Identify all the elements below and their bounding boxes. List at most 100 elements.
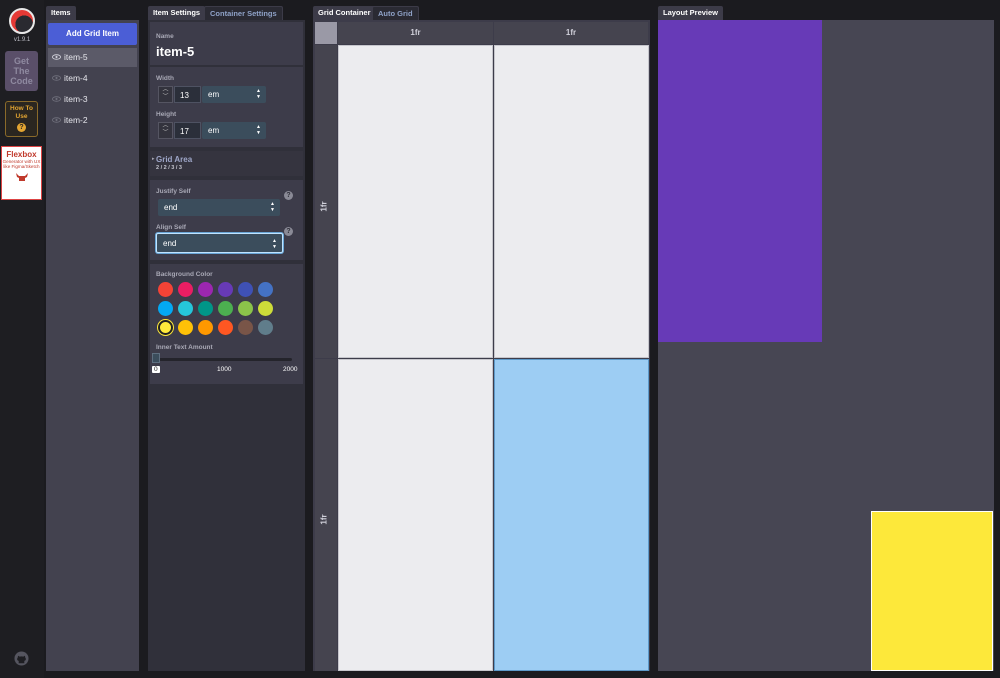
app-logo[interactable] (9, 8, 35, 34)
row-header-label: 1fr (319, 200, 329, 212)
row-header-2[interactable]: 1fr (315, 359, 337, 671)
add-grid-item-button[interactable]: Add Grid Item (48, 23, 137, 45)
height-unit-value: em (208, 126, 220, 135)
grid-container-panel: 1fr 1fr 1fr 1fr (313, 20, 650, 671)
question-icon: ? (17, 123, 26, 132)
color-swatch[interactable] (158, 282, 173, 297)
color-swatch[interactable] (198, 320, 213, 335)
color-swatch[interactable] (238, 320, 253, 335)
inner-text-slider-track[interactable] (156, 358, 292, 361)
column-header-2[interactable]: 1fr (494, 22, 648, 44)
inner-text-slider-thumb[interactable] (152, 353, 160, 363)
justify-self-value: end (164, 203, 178, 212)
eye-icon[interactable] (52, 75, 61, 81)
grid-cell[interactable] (338, 45, 493, 358)
caret-right-icon: ▸ (152, 156, 155, 162)
height-input[interactable]: 17 (174, 122, 201, 139)
align-self-select[interactable]: end ▲ ▼ (156, 233, 283, 253)
list-item-item-4[interactable]: item-4 (48, 69, 137, 88)
width-input[interactable]: 13 (174, 86, 201, 103)
select-arrows-icon: ▲ ▼ (272, 238, 277, 250)
align-self-label: Align Self (156, 224, 186, 231)
grid-cell[interactable] (338, 359, 493, 671)
select-arrows-icon: ▲ ▼ (270, 201, 275, 213)
preview-item-purple[interactable] (658, 20, 822, 342)
preview-item-yellow[interactable] (871, 511, 993, 671)
color-swatch[interactable] (158, 301, 173, 316)
range-mid-label: 1000 (217, 366, 232, 373)
range-max-label: 2000 (283, 366, 298, 373)
width-stepper[interactable]: ︿ ﹀ (158, 86, 173, 103)
get-code-button[interactable]: Get The Code (5, 51, 38, 91)
color-swatch[interactable] (258, 282, 273, 297)
github-icon[interactable] (14, 651, 29, 666)
color-swatch[interactable] (178, 301, 193, 316)
range-min-label: 0 (152, 366, 160, 373)
item-name-field[interactable]: item-5 (156, 44, 194, 59)
width-unit-value: em (208, 90, 220, 99)
selected-grid-item[interactable] (494, 359, 649, 671)
item-settings-panel: Name item-5 Width ︿ ﹀ 13 em ▲ ▼ Height ︿ ﹀ … (148, 20, 305, 671)
how-to-use-button[interactable]: How To Use ? (5, 101, 38, 137)
layout-preview-panel (658, 20, 994, 671)
align-self-value: end (163, 239, 177, 248)
item-label: item-3 (64, 94, 88, 104)
tab-grid-container[interactable]: Grid Container (313, 6, 376, 20)
row-header-label: 1fr (319, 514, 329, 525)
list-item-item-2[interactable]: item-2 (48, 111, 137, 130)
grid-corner (315, 22, 337, 44)
grid-cell[interactable] (494, 45, 649, 358)
list-item-item-3[interactable]: item-3 (48, 90, 137, 109)
name-label: Name (156, 33, 174, 40)
how-to-use-label: How To Use (10, 105, 33, 120)
align-help-icon[interactable]: ? (284, 227, 293, 236)
color-swatch[interactable] (158, 320, 173, 335)
ad-title: Flexbox (6, 150, 37, 159)
height-stepper[interactable]: ︿ ﹀ (158, 122, 173, 139)
bull-icon (15, 173, 28, 181)
name-section: Name item-5 (150, 22, 303, 65)
background-color-label: Background Color (156, 271, 213, 278)
color-swatch[interactable] (218, 320, 233, 335)
eye-icon[interactable] (52, 54, 61, 60)
self-alignment-section: Justify Self ? end ▲ ▼ Align Self ? end ▲… (150, 180, 303, 260)
inner-text-amount-label: Inner Text Amount (156, 344, 213, 351)
height-unit-select[interactable]: em ▲ ▼ (202, 122, 266, 139)
row-header-1[interactable]: 1fr (315, 45, 337, 358)
left-rail: v1.9.1 Get The Code How To Use ? Flexbox… (0, 0, 44, 678)
eye-icon[interactable] (52, 117, 61, 123)
tab-layout-preview[interactable]: Layout Preview (658, 6, 724, 20)
width-unit-select[interactable]: em ▲ ▼ (202, 86, 266, 103)
items-panel: Add Grid Item item-5 item-4 item-3 item-… (46, 20, 139, 671)
select-arrows-icon: ▲ ▼ (256, 88, 261, 100)
color-swatch[interactable] (258, 301, 273, 316)
height-label: Height (156, 111, 177, 118)
color-swatch[interactable] (218, 282, 233, 297)
grid-area-section[interactable]: ▸ Grid Area 2 / 2 / 3 / 3 (150, 151, 303, 176)
justify-help-icon[interactable]: ? (284, 191, 293, 200)
color-swatch[interactable] (258, 320, 273, 335)
item-label: item-2 (64, 115, 88, 125)
color-swatch[interactable] (238, 282, 253, 297)
column-header-1[interactable]: 1fr (338, 22, 493, 44)
tab-items[interactable]: Items (46, 6, 76, 20)
tab-item-settings[interactable]: Item Settings (148, 6, 206, 20)
tab-auto-grid[interactable]: Auto Grid (372, 6, 419, 20)
tab-container-settings[interactable]: Container Settings (204, 6, 283, 20)
color-swatch[interactable] (198, 282, 213, 297)
color-swatch[interactable] (218, 301, 233, 316)
list-item-item-5[interactable]: item-5 (48, 48, 137, 67)
grid-area-value: 2 / 2 / 3 / 3 (156, 165, 182, 171)
color-swatch[interactable] (238, 301, 253, 316)
justify-self-label: Justify Self (156, 188, 191, 195)
color-swatch[interactable] (178, 282, 193, 297)
color-swatch[interactable] (198, 301, 213, 316)
ad-subtitle: Generator with UX like Figma/Sketch (2, 159, 41, 169)
color-swatch[interactable] (178, 320, 193, 335)
justify-self-select[interactable]: end ▲ ▼ (158, 199, 280, 216)
flexbox-generator-ad[interactable]: Flexbox Generator with UX like Figma/Ske… (1, 146, 42, 200)
width-label: Width (156, 75, 174, 82)
grid-area-label: Grid Area (156, 155, 193, 164)
eye-icon[interactable] (52, 96, 61, 102)
item-label: item-5 (64, 52, 88, 62)
